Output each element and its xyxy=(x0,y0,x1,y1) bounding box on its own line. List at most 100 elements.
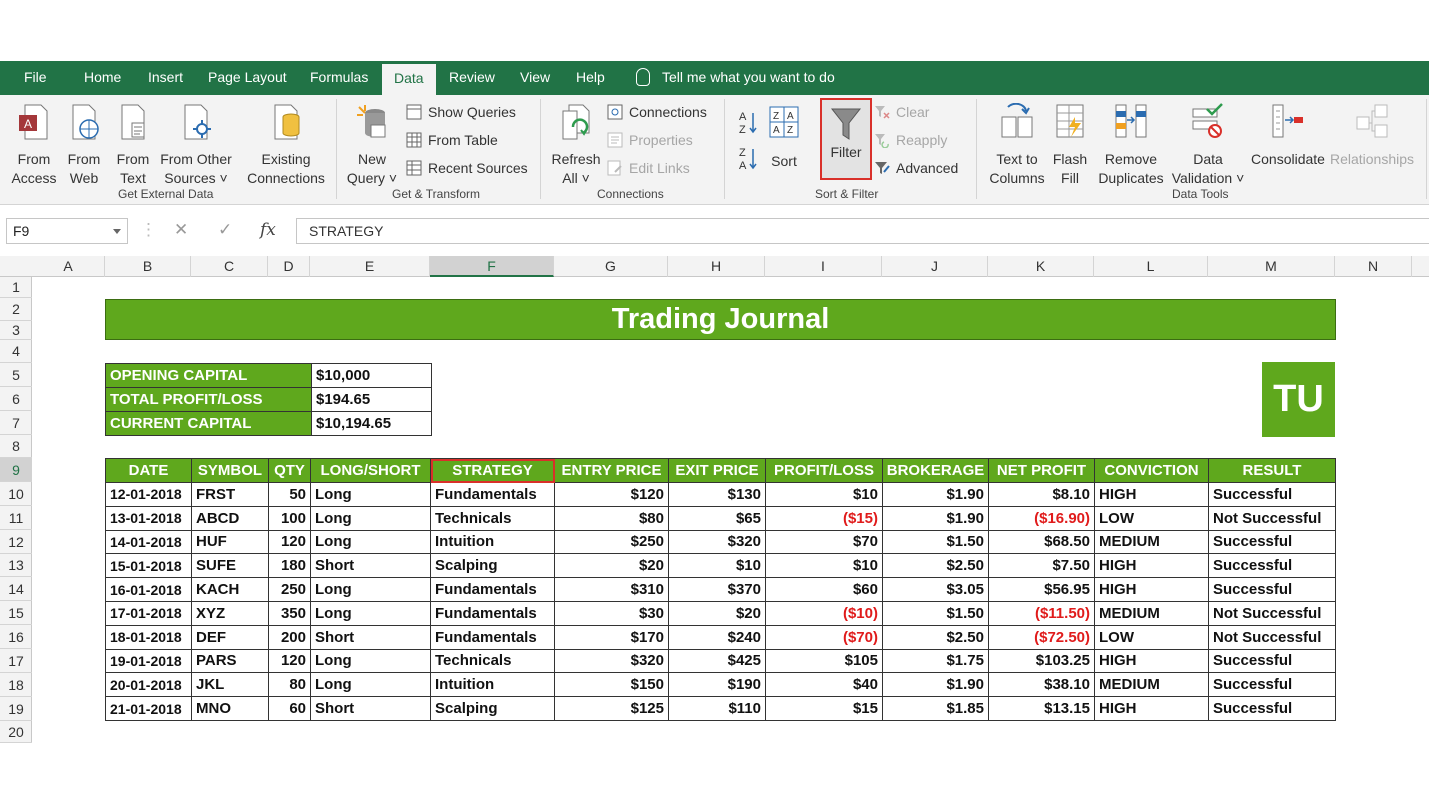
table-cell[interactable]: $240 xyxy=(668,624,766,650)
row-header-13[interactable]: 13 xyxy=(0,554,32,577)
table-cell[interactable]: Long xyxy=(310,505,431,531)
from-access-button[interactable]: A From Access xyxy=(10,103,58,188)
table-cell[interactable]: $68.50 xyxy=(988,529,1095,555)
tab-home[interactable]: Home xyxy=(72,61,133,95)
table-cell[interactable]: ($70) xyxy=(765,624,883,650)
properties-button[interactable]: Properties xyxy=(607,129,693,151)
table-cell[interactable]: 180 xyxy=(268,553,311,579)
insert-function-icon[interactable]: fx xyxy=(260,220,276,240)
recent-sources-button[interactable]: Recent Sources xyxy=(406,157,528,179)
table-cell[interactable]: $30 xyxy=(554,600,669,626)
data-validation-button[interactable]: Data Validation ˅ xyxy=(1166,103,1250,188)
table-cell[interactable]: $20 xyxy=(554,553,669,579)
formula-input[interactable]: STRATEGY xyxy=(296,218,1429,244)
table-cell[interactable]: HIGH xyxy=(1094,482,1209,507)
header-cell-symbol[interactable]: SYMBOL xyxy=(191,458,269,483)
table-cell[interactable]: $10 xyxy=(765,553,883,579)
table-cell[interactable]: $190 xyxy=(668,672,766,698)
table-cell[interactable]: $170 xyxy=(554,624,669,650)
table-cell[interactable]: 18-01-2018 xyxy=(105,624,192,650)
table-cell[interactable]: Technicals xyxy=(430,505,555,531)
table-cell[interactable]: 13-01-2018 xyxy=(105,505,192,531)
table-cell[interactable]: 12-01-2018 xyxy=(105,482,192,507)
tab-data[interactable]: Data xyxy=(382,64,436,95)
cancel-icon[interactable]: ✕ xyxy=(174,220,188,240)
table-cell[interactable]: $7.50 xyxy=(988,553,1095,579)
table-cell[interactable]: 21-01-2018 xyxy=(105,696,192,721)
column-header-i[interactable]: I xyxy=(765,256,882,277)
table-cell[interactable]: $56.95 xyxy=(988,577,1095,602)
row-header-9[interactable]: 9 xyxy=(0,458,32,482)
table-cell[interactable]: Successful xyxy=(1208,696,1336,721)
table-cell[interactable]: SUFE xyxy=(191,553,269,579)
row-header-3[interactable]: 3 xyxy=(0,321,32,340)
table-cell[interactable]: Long xyxy=(310,648,431,674)
table-cell[interactable]: Long xyxy=(310,529,431,555)
table-cell[interactable]: Technicals xyxy=(430,648,555,674)
table-cell[interactable]: ($72.50) xyxy=(988,624,1095,650)
table-cell[interactable]: HIGH xyxy=(1094,553,1209,579)
table-cell[interactable]: $80 xyxy=(554,505,669,531)
table-cell[interactable]: Fundamentals xyxy=(430,600,555,626)
table-cell[interactable]: $8.10 xyxy=(988,482,1095,507)
table-cell[interactable]: Long xyxy=(310,577,431,602)
header-cell-conviction[interactable]: CONVICTION xyxy=(1094,458,1209,483)
column-header-j[interactable]: J xyxy=(882,256,988,277)
table-cell[interactable]: $110 xyxy=(668,696,766,721)
table-cell[interactable]: 16-01-2018 xyxy=(105,577,192,602)
table-cell[interactable]: $1.90 xyxy=(882,672,989,698)
tell-me-box[interactable]: Tell me what you want to do xyxy=(636,61,835,95)
table-cell[interactable]: DEF xyxy=(191,624,269,650)
tab-help[interactable]: Help xyxy=(564,61,617,95)
row-header-20[interactable]: 20 xyxy=(0,721,32,743)
table-cell[interactable]: LOW xyxy=(1094,624,1209,650)
row-header-15[interactable]: 15 xyxy=(0,601,32,625)
table-cell[interactable]: $150 xyxy=(554,672,669,698)
header-cell-profit-loss[interactable]: PROFIT/LOSS xyxy=(765,458,883,483)
table-cell[interactable]: $1.75 xyxy=(882,648,989,674)
connections-button[interactable]: Connections xyxy=(607,101,707,123)
sort-button[interactable]: ZAAZ Sort xyxy=(764,105,804,171)
tab-view[interactable]: View xyxy=(508,61,562,95)
table-cell[interactable]: Successful xyxy=(1208,482,1336,507)
remove-duplicates-button[interactable]: Remove Duplicates xyxy=(1096,103,1166,188)
table-cell[interactable]: HIGH xyxy=(1094,696,1209,721)
chevron-down-icon[interactable] xyxy=(113,229,121,234)
refresh-all-button[interactable]: Refresh All ˅ xyxy=(550,103,602,188)
row-header-16[interactable]: 16 xyxy=(0,625,32,649)
row-header-19[interactable]: 19 xyxy=(0,697,32,721)
table-cell[interactable]: Long xyxy=(310,672,431,698)
table-cell[interactable]: 60 xyxy=(268,696,311,721)
table-cell[interactable]: 200 xyxy=(268,624,311,650)
table-cell[interactable]: 120 xyxy=(268,529,311,555)
table-cell[interactable]: FRST xyxy=(191,482,269,507)
from-table-button[interactable]: From Table xyxy=(406,129,498,151)
tab-insert[interactable]: Insert xyxy=(136,61,195,95)
tab-page-layout[interactable]: Page Layout xyxy=(196,61,299,95)
table-cell[interactable]: Not Successful xyxy=(1208,600,1336,626)
from-other-sources-button[interactable]: From Other Sources ˅ xyxy=(158,103,234,188)
row-header-14[interactable]: 14 xyxy=(0,577,32,601)
existing-connections-button[interactable]: Existing Connections xyxy=(244,103,328,188)
flash-fill-button[interactable]: Flash Fill xyxy=(1050,103,1090,188)
header-cell-date[interactable]: DATE xyxy=(105,458,192,483)
table-cell[interactable]: 14-01-2018 xyxy=(105,529,192,555)
table-cell[interactable]: Successful xyxy=(1208,529,1336,555)
header-cell-strategy[interactable]: STRATEGY xyxy=(430,458,555,483)
header-cell-qty[interactable]: QTY xyxy=(268,458,311,483)
table-cell[interactable]: 20-01-2018 xyxy=(105,672,192,698)
table-cell[interactable]: $1.50 xyxy=(882,529,989,555)
advanced-filter-button[interactable]: Advanced xyxy=(874,157,958,179)
row-header-1[interactable]: 1 xyxy=(0,277,32,298)
summary-key[interactable]: CURRENT CAPITAL xyxy=(105,411,312,436)
row-header-2[interactable]: 2 xyxy=(0,298,32,321)
table-cell[interactable]: ($15) xyxy=(765,505,883,531)
tab-formulas[interactable]: Formulas xyxy=(298,61,380,95)
table-cell[interactable]: $425 xyxy=(668,648,766,674)
column-header-a[interactable]: A xyxy=(32,256,105,277)
table-cell[interactable]: Not Successful xyxy=(1208,505,1336,531)
summary-value[interactable]: $10,194.65 xyxy=(311,411,432,436)
table-cell[interactable]: $65 xyxy=(668,505,766,531)
summary-key[interactable]: TOTAL PROFIT/LOSS xyxy=(105,387,312,412)
table-cell[interactable]: $2.50 xyxy=(882,624,989,650)
